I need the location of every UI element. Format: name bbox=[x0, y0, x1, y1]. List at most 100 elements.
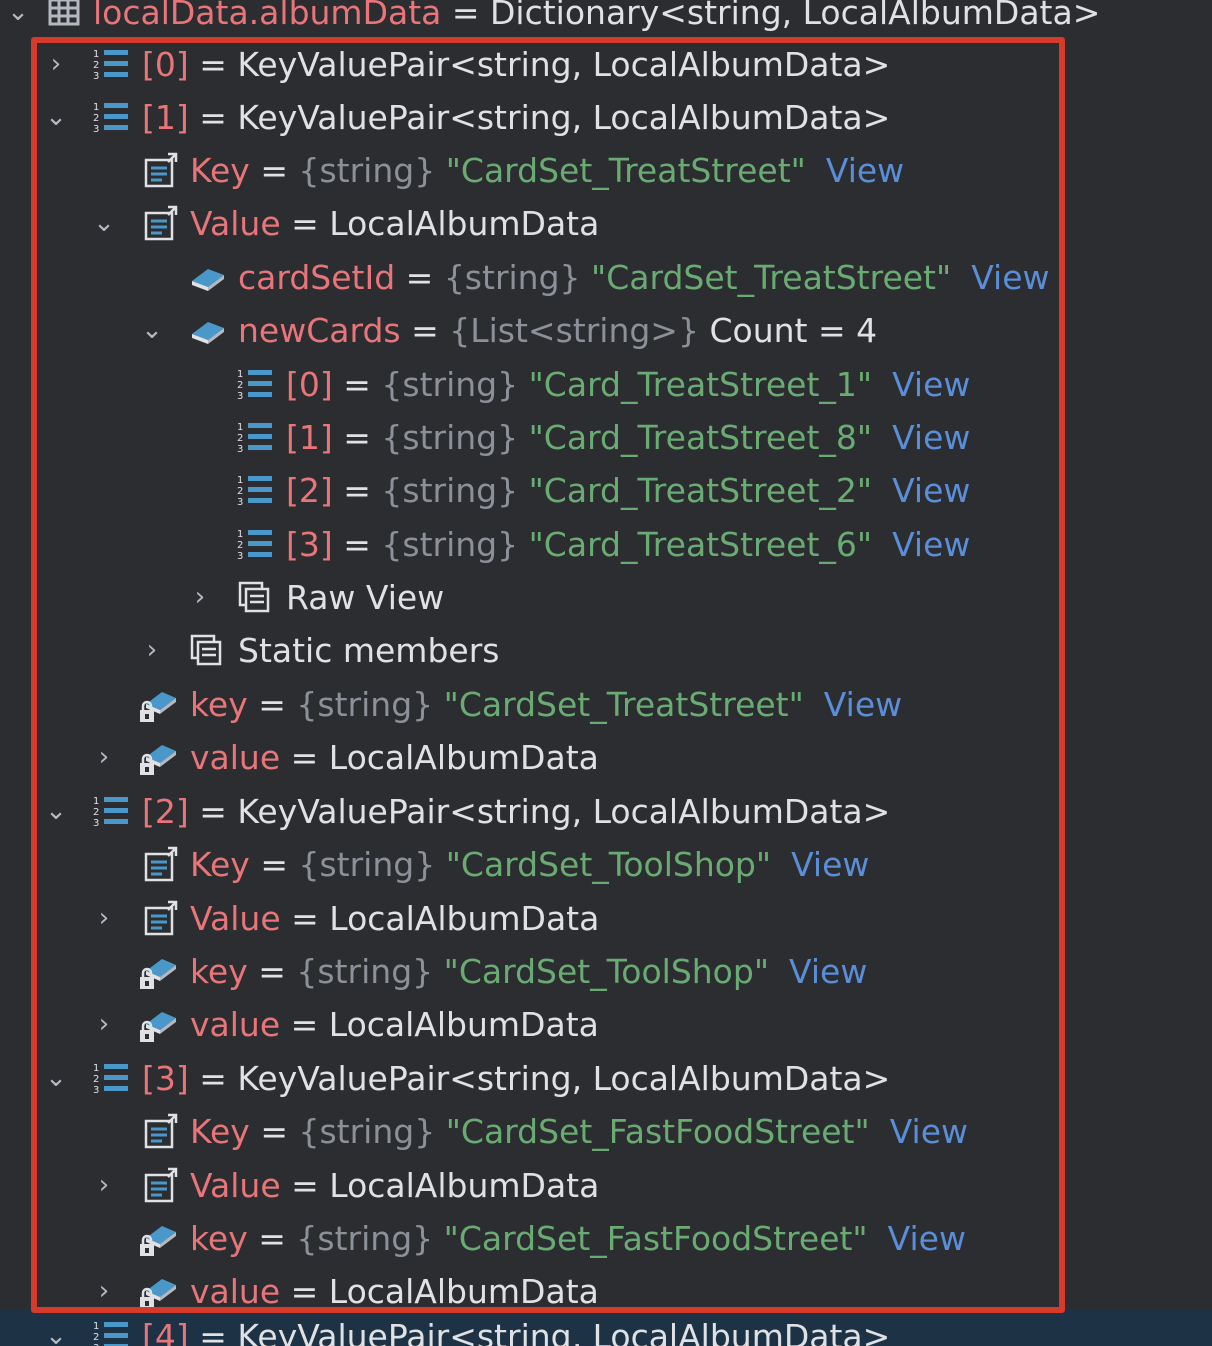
tree-row-private-key[interactable]: key = {string} "CardSet_ToolShop" View bbox=[0, 945, 1212, 998]
tree-row-newcards-item[interactable]: 123 [2] = {string} "Card_TreatStreet_2" V… bbox=[0, 464, 1212, 517]
tree-row-label: Raw View bbox=[286, 571, 444, 624]
chevron-right-icon[interactable]: › bbox=[88, 1006, 120, 1042]
tree-row-private-value[interactable]: › value = LocalAlbumData bbox=[0, 731, 1212, 784]
view-link[interactable]: View bbox=[892, 418, 970, 457]
tree-row-value[interactable]: › Value = LocalAlbumData bbox=[0, 1159, 1212, 1212]
tree-row-label: [2] = {string} "Card_TreatStreet_2" View bbox=[286, 464, 970, 517]
chevron-down-icon[interactable]: ⌄ bbox=[40, 1060, 72, 1096]
tree-row-entry-0[interactable]: › 123 [0] = KeyValuePair<string, LocalAl… bbox=[0, 38, 1212, 91]
tree-row-label: Value = LocalAlbumData bbox=[190, 197, 599, 250]
tree-row-albumdata[interactable]: ⌄ localData.albumData = Dictionary<strin… bbox=[0, 0, 1212, 39]
member-name: [3] bbox=[142, 1059, 189, 1098]
debugger-variables-tree: ⌄ localData.albumData = Dictionary<strin… bbox=[0, 0, 1212, 1346]
type-hint: {string} bbox=[298, 845, 436, 884]
indexed-list-icon: 123 bbox=[92, 99, 132, 137]
svg-text:1: 1 bbox=[237, 422, 243, 433]
member-name: Value bbox=[190, 1166, 281, 1205]
view-link[interactable]: View bbox=[791, 845, 869, 884]
tree-row-entry-4[interactable]: ⌄ 123 [4] = KeyValuePair<string, LocalAl… bbox=[0, 1310, 1212, 1346]
indexed-list-icon: 123 bbox=[236, 526, 276, 564]
tree-row-private-key[interactable]: key = {string} "CardSet_TreatStreet" View bbox=[0, 678, 1212, 731]
svg-text:2: 2 bbox=[93, 113, 99, 124]
view-link[interactable]: View bbox=[971, 258, 1049, 297]
tree-row-value[interactable]: › Value = LocalAlbumData bbox=[0, 892, 1212, 945]
property-icon bbox=[142, 846, 182, 884]
indexed-list-icon: 123 bbox=[92, 1318, 132, 1346]
tree-row-raw-view[interactable]: › Raw View bbox=[0, 571, 1212, 624]
string-value: "CardSet_ToolShop" bbox=[445, 845, 772, 884]
tree-row-value[interactable]: ⌄ Value = LocalAlbumData bbox=[0, 197, 1212, 250]
tree-row-entry-3[interactable]: ⌄ 123 [3] = KeyValuePair<string, LocalAl… bbox=[0, 1052, 1212, 1105]
chevron-right-icon[interactable]: › bbox=[184, 579, 216, 615]
type-hint: {string} bbox=[381, 471, 519, 510]
view-link[interactable]: View bbox=[789, 952, 867, 991]
equals-sign: = bbox=[249, 1112, 299, 1151]
view-link[interactable]: View bbox=[892, 525, 970, 564]
chevron-right-icon[interactable]: › bbox=[88, 1273, 120, 1309]
tree-row-private-key[interactable]: key = {string} "CardSet_FastFoodStreet" V… bbox=[0, 1212, 1212, 1265]
chevron-down-icon[interactable]: ⌄ bbox=[2, 0, 34, 30]
chevron-down-icon[interactable]: ⌄ bbox=[136, 312, 168, 348]
tree-row-label: key = {string} "CardSet_FastFoodStreet" V… bbox=[190, 1212, 966, 1265]
svg-text:3: 3 bbox=[93, 1085, 99, 1096]
tree-row-key[interactable]: Key = {string} "CardSet_TreatStreet" View bbox=[0, 144, 1212, 197]
chevron-right-icon[interactable]: › bbox=[88, 1167, 120, 1203]
string-value: "Card_TreatStreet_1" bbox=[528, 365, 873, 404]
tree-row-key[interactable]: Key = {string} "CardSet_FastFoodStreet" V… bbox=[0, 1105, 1212, 1158]
view-link[interactable]: View bbox=[888, 1219, 966, 1258]
string-value: "CardSet_TreatStreet" bbox=[591, 258, 952, 297]
tree-row-label: [0] = KeyValuePair<string, LocalAlbumDat… bbox=[142, 38, 890, 91]
type-hint: {string} bbox=[443, 258, 581, 297]
view-link[interactable]: View bbox=[824, 685, 902, 724]
tree-row-private-value[interactable]: › value = LocalAlbumData bbox=[0, 998, 1212, 1051]
tree-row-label: Value = LocalAlbumData bbox=[190, 1159, 599, 1212]
chevron-down-icon[interactable]: ⌄ bbox=[40, 99, 72, 135]
indexed-list-icon: 123 bbox=[92, 46, 132, 84]
view-link[interactable]: View bbox=[892, 471, 970, 510]
tree-row-label: [4] = KeyValuePair<string, LocalAlbumDat… bbox=[142, 1310, 890, 1346]
member-value: LocalAlbumData bbox=[328, 738, 599, 777]
tree-row-newcards-item[interactable]: 123 [0] = {string} "Card_TreatStreet_1" V… bbox=[0, 358, 1212, 411]
tree-row-newcards[interactable]: ⌄ newCards = {List<string>} Count = 4 bbox=[0, 304, 1212, 357]
tree-row-newcards-item[interactable]: 123 [3] = {string} "Card_TreatStreet_6" V… bbox=[0, 518, 1212, 571]
tree-row-static-members[interactable]: › Static members bbox=[0, 624, 1212, 677]
tree-row-entry-2[interactable]: ⌄ 123 [2] = KeyValuePair<string, LocalAl… bbox=[0, 785, 1212, 838]
equals-sign: = bbox=[188, 792, 238, 831]
chevron-down-icon[interactable]: ⌄ bbox=[88, 205, 120, 241]
svg-text:2: 2 bbox=[237, 486, 243, 497]
tree-row-key[interactable]: Key = {string} "CardSet_ToolShop" View bbox=[0, 838, 1212, 891]
type-hint: {string} bbox=[298, 151, 436, 190]
view-link[interactable]: View bbox=[892, 365, 970, 404]
raw-view-icon bbox=[236, 579, 276, 617]
property-icon bbox=[142, 205, 182, 243]
indexed-list-icon: 123 bbox=[236, 366, 276, 404]
equals-sign: = bbox=[280, 204, 330, 243]
tree-viewport-bottom: ⌄ 123 [4] = KeyValuePair<string, LocalAl… bbox=[0, 1310, 1212, 1346]
tree-row-newcards-item[interactable]: 123 [1] = {string} "Card_TreatStreet_8" V… bbox=[0, 411, 1212, 464]
table-icon bbox=[46, 0, 86, 32]
chevron-down-icon[interactable]: ⌄ bbox=[40, 1318, 72, 1346]
svg-text:3: 3 bbox=[237, 497, 243, 508]
svg-text:2: 2 bbox=[237, 380, 243, 391]
member-name: value bbox=[190, 1005, 281, 1044]
chevron-right-icon[interactable]: › bbox=[88, 900, 120, 936]
chevron-right-icon[interactable]: › bbox=[136, 632, 168, 668]
equals-sign: = bbox=[249, 845, 299, 884]
view-link[interactable]: View bbox=[890, 1112, 968, 1151]
type-hint: {string} bbox=[296, 685, 434, 724]
chevron-right-icon[interactable]: › bbox=[88, 739, 120, 775]
member-name: Key bbox=[190, 845, 250, 884]
member-value: LocalAlbumData bbox=[329, 204, 600, 243]
view-link[interactable]: View bbox=[826, 151, 904, 190]
chevron-down-icon[interactable]: ⌄ bbox=[40, 793, 72, 829]
chevron-right-icon[interactable]: › bbox=[40, 46, 72, 82]
member-name: value bbox=[190, 1272, 281, 1311]
equals-sign: = bbox=[395, 258, 444, 297]
tree-row-entry-1[interactable]: ⌄ 123 [1] = KeyValuePair<string, LocalAl… bbox=[0, 91, 1212, 144]
string-value: "Card_TreatStreet_2" bbox=[528, 471, 873, 510]
tree-row-cardsetid[interactable]: cardSetId = {string} "CardSet_TreatStree… bbox=[0, 251, 1212, 304]
equals-sign: = bbox=[332, 418, 382, 457]
member-value: KeyValuePair<string, LocalAlbumData> bbox=[237, 98, 891, 137]
svg-text:1: 1 bbox=[237, 475, 243, 486]
type-hint: {string} bbox=[381, 365, 519, 404]
